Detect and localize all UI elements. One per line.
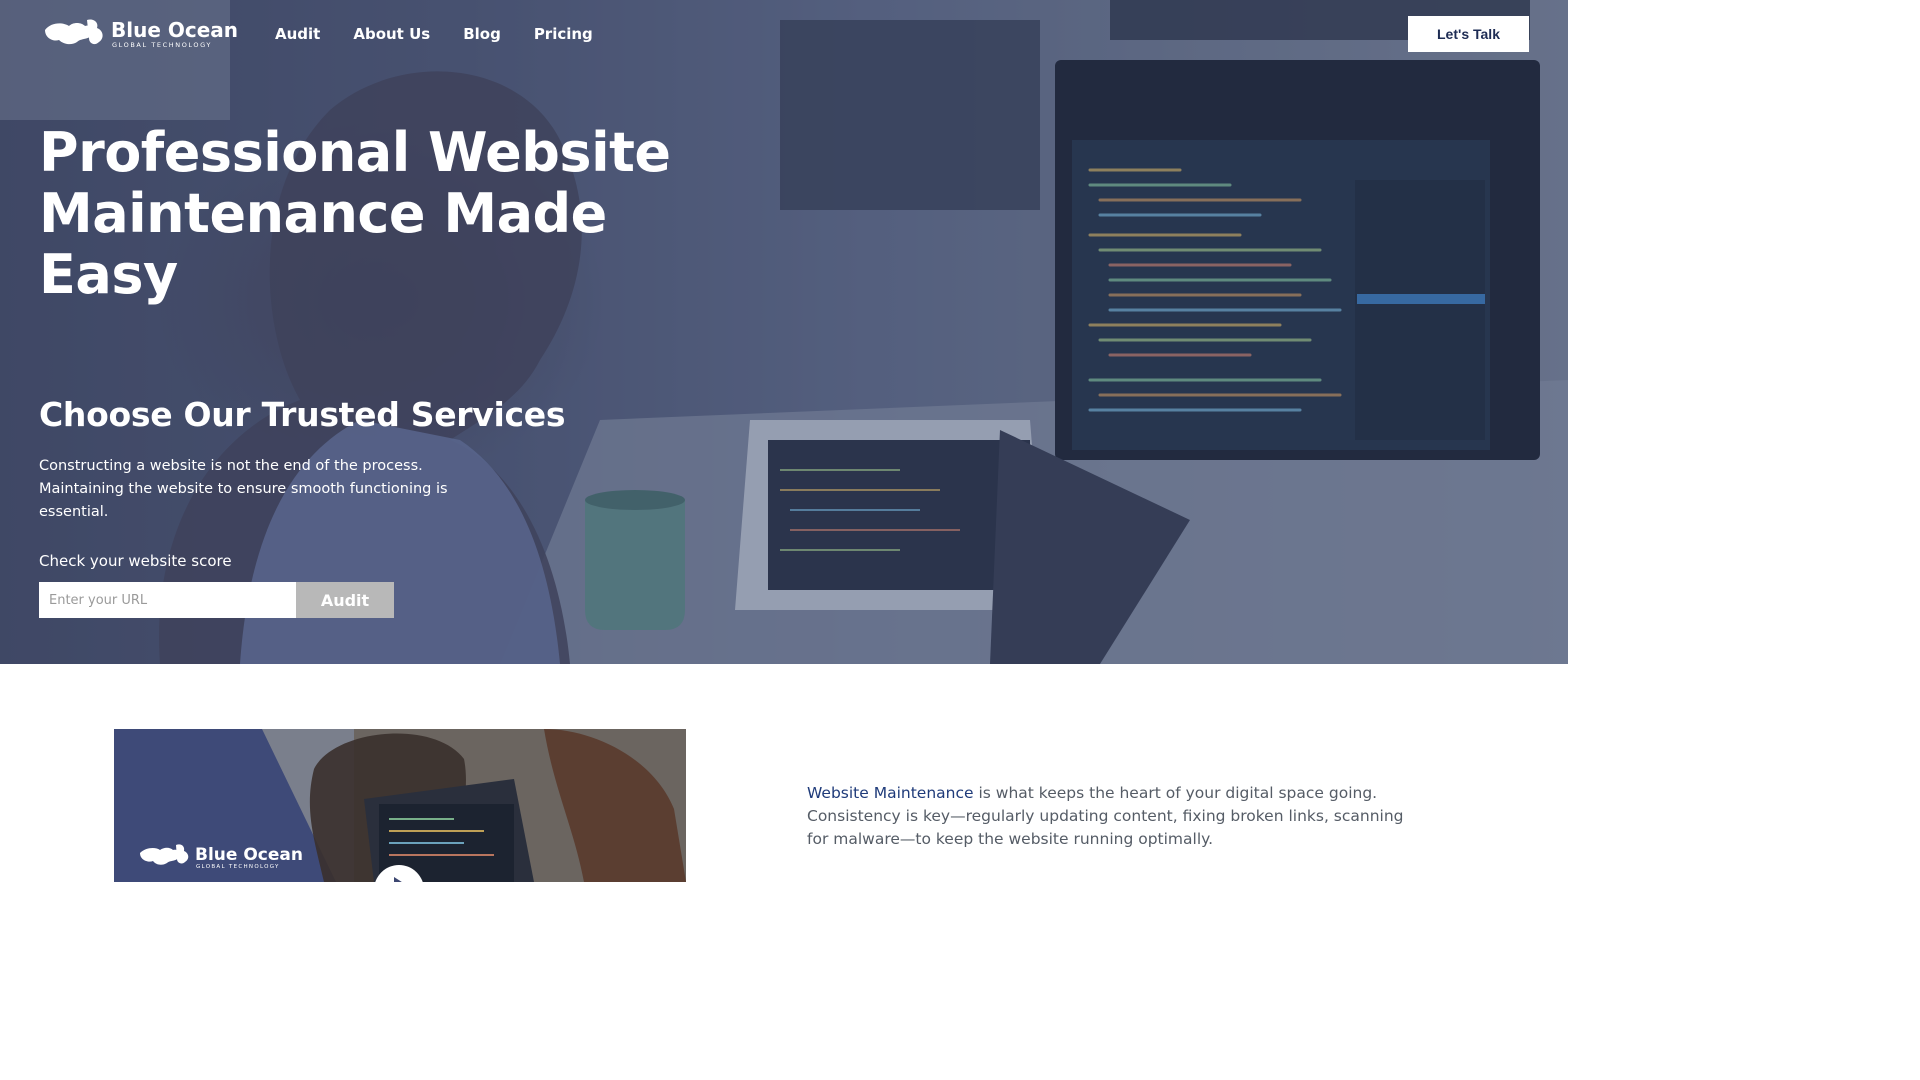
hero-section: Blue Ocean GLOBAL TECHNOLOGY Audit About…: [0, 0, 1568, 664]
hero-overlay: [0, 0, 1568, 664]
score-label: Check your website score: [39, 552, 232, 570]
main-nav: Audit About Us Blog Pricing: [275, 22, 593, 46]
svg-text:Blue Ocean: Blue Ocean: [111, 18, 238, 42]
nav-item-audit[interactable]: Audit: [275, 22, 320, 46]
hero-subtitle: Choose Our Trusted Services: [39, 395, 566, 434]
nav-item-blog[interactable]: Blog: [463, 22, 501, 46]
blue-ocean-logo[interactable]: Blue Ocean GLOBAL TECHNOLOGY: [41, 16, 241, 52]
maintenance-description: Website Maintenance is what keeps the he…: [807, 782, 1407, 851]
hero-title-line-1: Professional Website: [39, 121, 671, 184]
video-logo: Blue Ocean GLOBAL TECHNOLOGY: [138, 841, 308, 873]
website-maintenance-link[interactable]: Website Maintenance: [807, 784, 974, 802]
lets-talk-button[interactable]: Let's Talk: [1408, 16, 1529, 52]
audit-submit-button[interactable]: Audit: [296, 582, 394, 618]
hero-title: Professional Website Maintenance Made Ea…: [39, 122, 759, 305]
svg-text:Blue Ocean: Blue Ocean: [195, 845, 303, 865]
url-input[interactable]: [39, 582, 296, 618]
audit-form: Audit: [39, 582, 394, 618]
svg-text:GLOBAL TECHNOLOGY: GLOBAL TECHNOLOGY: [112, 41, 212, 49]
svg-text:GLOBAL TECHNOLOGY: GLOBAL TECHNOLOGY: [196, 864, 280, 870]
hero-title-line-2: Maintenance Made Easy: [39, 182, 607, 306]
video-thumbnail[interactable]: Blue Ocean GLOBAL TECHNOLOGY: [114, 729, 686, 882]
play-icon: [394, 877, 405, 882]
hero-description: Constructing a website is not the end of…: [39, 458, 448, 520]
nav-item-about-us[interactable]: About Us: [353, 22, 430, 46]
nav-item-pricing[interactable]: Pricing: [534, 22, 593, 46]
